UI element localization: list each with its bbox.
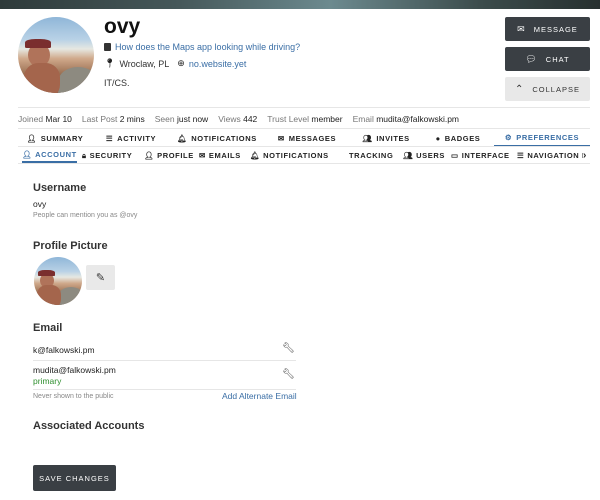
subtab-emails[interactable]: ✉ EMAILS <box>199 148 241 163</box>
email-address-2: mudita@falkowski.pm <box>33 365 116 375</box>
stat-trust-level: Trust Level member <box>267 114 343 124</box>
user-icon: 👤︎ <box>144 151 155 160</box>
chat-bubble-icon: 💬︎ <box>525 53 538 64</box>
message-button[interactable]: ✉ MESSAGE <box>505 17 590 41</box>
message-button-label: MESSAGE <box>533 24 578 34</box>
subtab-account[interactable]: 👤︎ ACCOUNT <box>22 148 77 163</box>
tab-summary[interactable]: 👤︎ SUMMARY <box>18 130 92 146</box>
badge-icon: ● <box>435 133 441 143</box>
globe-icon: ⊕ <box>177 58 185 68</box>
email-address-1: k@falkowski.pm <box>33 345 95 355</box>
website-link[interactable]: no.website.yet <box>189 59 247 69</box>
lock-icon: 🔒︎ <box>82 150 87 160</box>
wrench-icon[interactable]: 🔧︎ <box>282 369 295 380</box>
add-alternate-email-link[interactable]: Add Alternate Email <box>222 391 297 401</box>
main-nav: 👤︎ SUMMARY ☰ ACTIVITY 🔔︎ NOTIFICATIONS ✉ MES… <box>18 130 590 146</box>
user-stats: Joined Mar 10 Last Post 2 mins Seen just… <box>18 114 459 124</box>
user-icon: 👤︎ <box>22 150 33 159</box>
tab-notifications[interactable]: 🔔︎ NOTIFICATIONS <box>170 130 264 146</box>
username-section-title: Username <box>33 182 87 194</box>
map-pin-icon: 📍︎ <box>104 58 116 68</box>
avatar <box>18 17 94 93</box>
book-icon <box>104 43 111 51</box>
preferences-subnav: 👤︎ ACCOUNT 🔒︎ SECURITY 👤︎ PROFILE ✉ EMAILS 🔔… <box>18 148 590 163</box>
bell-icon: 🔔︎ <box>177 133 188 143</box>
tab-badges[interactable]: ● BADGES <box>422 130 494 146</box>
user-title-row: How does the Maps app looking while driv… <box>104 42 300 52</box>
user-bio: IT/CS. <box>104 78 130 88</box>
stat-joined: Joined Mar 10 <box>18 114 72 124</box>
subtab-interface[interactable]: ▭ INTERFACE <box>451 148 510 163</box>
username-value: ovy <box>33 199 47 209</box>
user-icon: 👤︎ <box>26 133 37 143</box>
user-plus-icon: 👥︎ <box>362 133 373 143</box>
desktop-icon: ▭ <box>451 151 459 160</box>
associated-accounts-title: Associated Accounts <box>33 420 145 432</box>
subtab-profile[interactable]: 👤︎ PROFILE <box>144 148 194 163</box>
subtab-notifications[interactable]: 🔔︎ NOTIFICATIONS <box>250 148 329 163</box>
username-hint: People can mention you as @ovy <box>33 212 138 219</box>
divider <box>18 107 590 108</box>
list-icon: ☰ <box>105 133 114 143</box>
bars-icon: ☰ <box>517 151 525 160</box>
gear-icon: ⚙ <box>504 133 513 142</box>
subtab-users[interactable]: 👥︎ USERS <box>403 148 445 163</box>
profile-username: ovy <box>104 15 141 38</box>
envelope-icon: ✉ <box>277 133 285 143</box>
chevrons-up-icon: ⌃ <box>515 83 525 95</box>
title-link[interactable]: How does the Maps app looking while driv… <box>115 42 300 52</box>
primary-badge: primary <box>33 376 62 386</box>
tab-preferences[interactable]: ⚙ PREFERENCES <box>494 130 590 146</box>
subtab-tracking[interactable]: TRACKING <box>349 148 393 163</box>
stat-views: Views 442 <box>218 114 258 124</box>
wrench-icon[interactable]: 🔧︎ <box>282 343 295 354</box>
envelope-icon: ✉ <box>199 151 206 160</box>
email-hint: Never shown to the public <box>33 393 114 400</box>
bell-icon: 🔔︎ <box>250 151 261 160</box>
location-row: 📍︎ Wroclaw, PL ⊕ no.website.yet <box>104 58 246 69</box>
profile-banner <box>0 0 600 9</box>
users-icon: 👥︎ <box>403 151 414 160</box>
stat-last-post: Last Post 2 mins <box>81 114 145 124</box>
subtab-security[interactable]: 🔒︎ SECURITY <box>82 148 132 163</box>
tab-activity[interactable]: ☰ ACTIVITY <box>92 130 170 146</box>
stat-email: Email mudita@falkowski.pm <box>352 114 460 124</box>
profile-picture <box>34 257 82 305</box>
save-changes-button[interactable]: SAVE CHANGES <box>33 465 116 491</box>
chat-button[interactable]: 💬︎ CHAT <box>505 47 590 71</box>
profile-picture-title: Profile Picture <box>33 240 108 252</box>
tab-messages[interactable]: ✉ MESSAGES <box>264 130 350 146</box>
pencil-icon: ✎ <box>95 272 106 284</box>
stat-seen: Seen just now <box>154 114 209 124</box>
subtab-navigation-menu[interactable]: ☰ NAVIGATION M <box>517 148 583 163</box>
location-text: Wroclaw, PL <box>119 58 170 69</box>
collapse-button-label: COLLAPSE <box>532 84 580 94</box>
chevron-right-icon[interactable]: › <box>583 148 587 163</box>
divider <box>33 389 296 390</box>
divider <box>18 128 590 129</box>
edit-picture-button[interactable]: ✎ <box>86 265 115 290</box>
collapse-button[interactable]: ⌃ COLLAPSE <box>505 77 590 101</box>
tab-invites[interactable]: 👥︎ INVITES <box>350 130 422 146</box>
chat-button-label: CHAT <box>545 54 570 64</box>
email-section-title: Email <box>33 322 63 334</box>
divider <box>33 360 296 361</box>
envelope-icon: ✉ <box>517 23 526 34</box>
divider <box>18 146 590 147</box>
